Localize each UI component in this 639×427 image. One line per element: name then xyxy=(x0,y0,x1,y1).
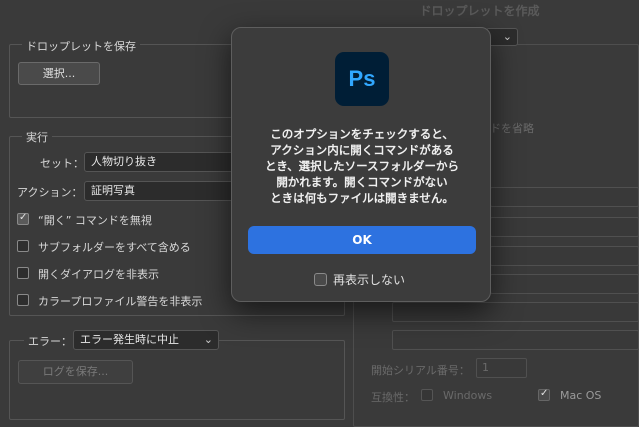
windows-checkbox[interactable] xyxy=(421,389,433,401)
error-select-value: エラー発生時に中止 xyxy=(80,333,179,346)
alert-dialog: Ps このオプションをチェックすると、 アクション内に開くコマンドがある とき、… xyxy=(231,27,491,302)
alert-message-line: アクション内に開くコマンドがある xyxy=(270,143,454,157)
set-label: セット： xyxy=(40,157,84,170)
naming-field-5[interactable] xyxy=(392,302,639,322)
suppress-open-dialog-checkbox[interactable] xyxy=(17,267,29,279)
serial-value: 1 xyxy=(482,361,489,374)
set-select-value: 人物切り抜き xyxy=(91,155,157,168)
suppress-open-dialog-label: 開くダイアログを非表示 xyxy=(38,268,159,281)
include-subfolders-checkbox[interactable] xyxy=(17,240,29,252)
windows-label: Windows xyxy=(443,389,493,402)
alert-message-line: ときは何もファイルは開きません。 xyxy=(270,191,454,205)
include-subfolders-label: サブフォルダーをすべて含める xyxy=(38,241,191,254)
action-select[interactable]: 証明写真 xyxy=(84,181,234,201)
set-select[interactable]: 人物切り抜き xyxy=(84,152,234,172)
save-log-button[interactable]: ログを保存... xyxy=(18,360,133,384)
macos-checkbox[interactable] xyxy=(538,388,550,401)
alert-message-line: とき、選択したソースフォルダーから xyxy=(264,159,460,173)
save-droplet-group-label: ドロップレットを保存 xyxy=(22,38,140,54)
naming-field-3[interactable] xyxy=(490,246,639,266)
dont-show-again-label: 再表示しない xyxy=(333,273,406,287)
serial-label: 開始シリアル番号： xyxy=(371,364,470,377)
alert-message: このオプションをチェックすると、 アクション内に開くコマンドがある とき、選択し… xyxy=(244,126,480,206)
action-select-value: 証明写真 xyxy=(91,184,135,197)
photoshop-logo-icon: Ps xyxy=(335,52,389,106)
choose-button[interactable]: 選択... xyxy=(18,62,100,85)
suppress-color-warning-label: カラープロファイル警告を非表示 xyxy=(38,295,203,308)
naming-field-6[interactable] xyxy=(392,330,639,350)
omit-text: ドを省略 xyxy=(490,122,534,135)
error-label: エラー： xyxy=(24,333,76,349)
compat-label: 互換性： xyxy=(371,391,415,404)
alert-message-line: 開かれます。開くコマンドがない xyxy=(276,175,448,189)
error-select[interactable]: エラー発生時に中止 ⌄ xyxy=(73,330,219,350)
naming-field-1[interactable] xyxy=(490,187,639,207)
suppress-color-warning-checkbox[interactable] xyxy=(17,294,29,306)
ignore-open-checkbox[interactable] xyxy=(17,212,29,225)
action-label: アクション： xyxy=(17,186,83,199)
ignore-open-label: “開く” コマンドを無視 xyxy=(38,214,152,227)
macos-label: Mac OS xyxy=(560,389,602,402)
naming-field-4[interactable] xyxy=(490,274,639,294)
chevron-down-icon: ⌄ xyxy=(203,333,213,346)
chevron-down-icon: ⌄ xyxy=(502,30,512,43)
dont-show-again[interactable]: 再表示しない xyxy=(314,271,405,288)
dont-show-again-checkbox[interactable] xyxy=(314,273,327,286)
naming-field-2[interactable] xyxy=(490,217,639,237)
serial-field[interactable]: 1 xyxy=(476,358,527,378)
alert-message-line: このオプションをチェックすると、 xyxy=(270,127,454,141)
window-title-text: ドロップレットを作成 xyxy=(419,4,540,18)
run-group-label: 実行 xyxy=(22,129,52,145)
window-title: ドロップレットを作成 xyxy=(0,0,639,22)
ok-button[interactable]: OK xyxy=(248,226,476,254)
